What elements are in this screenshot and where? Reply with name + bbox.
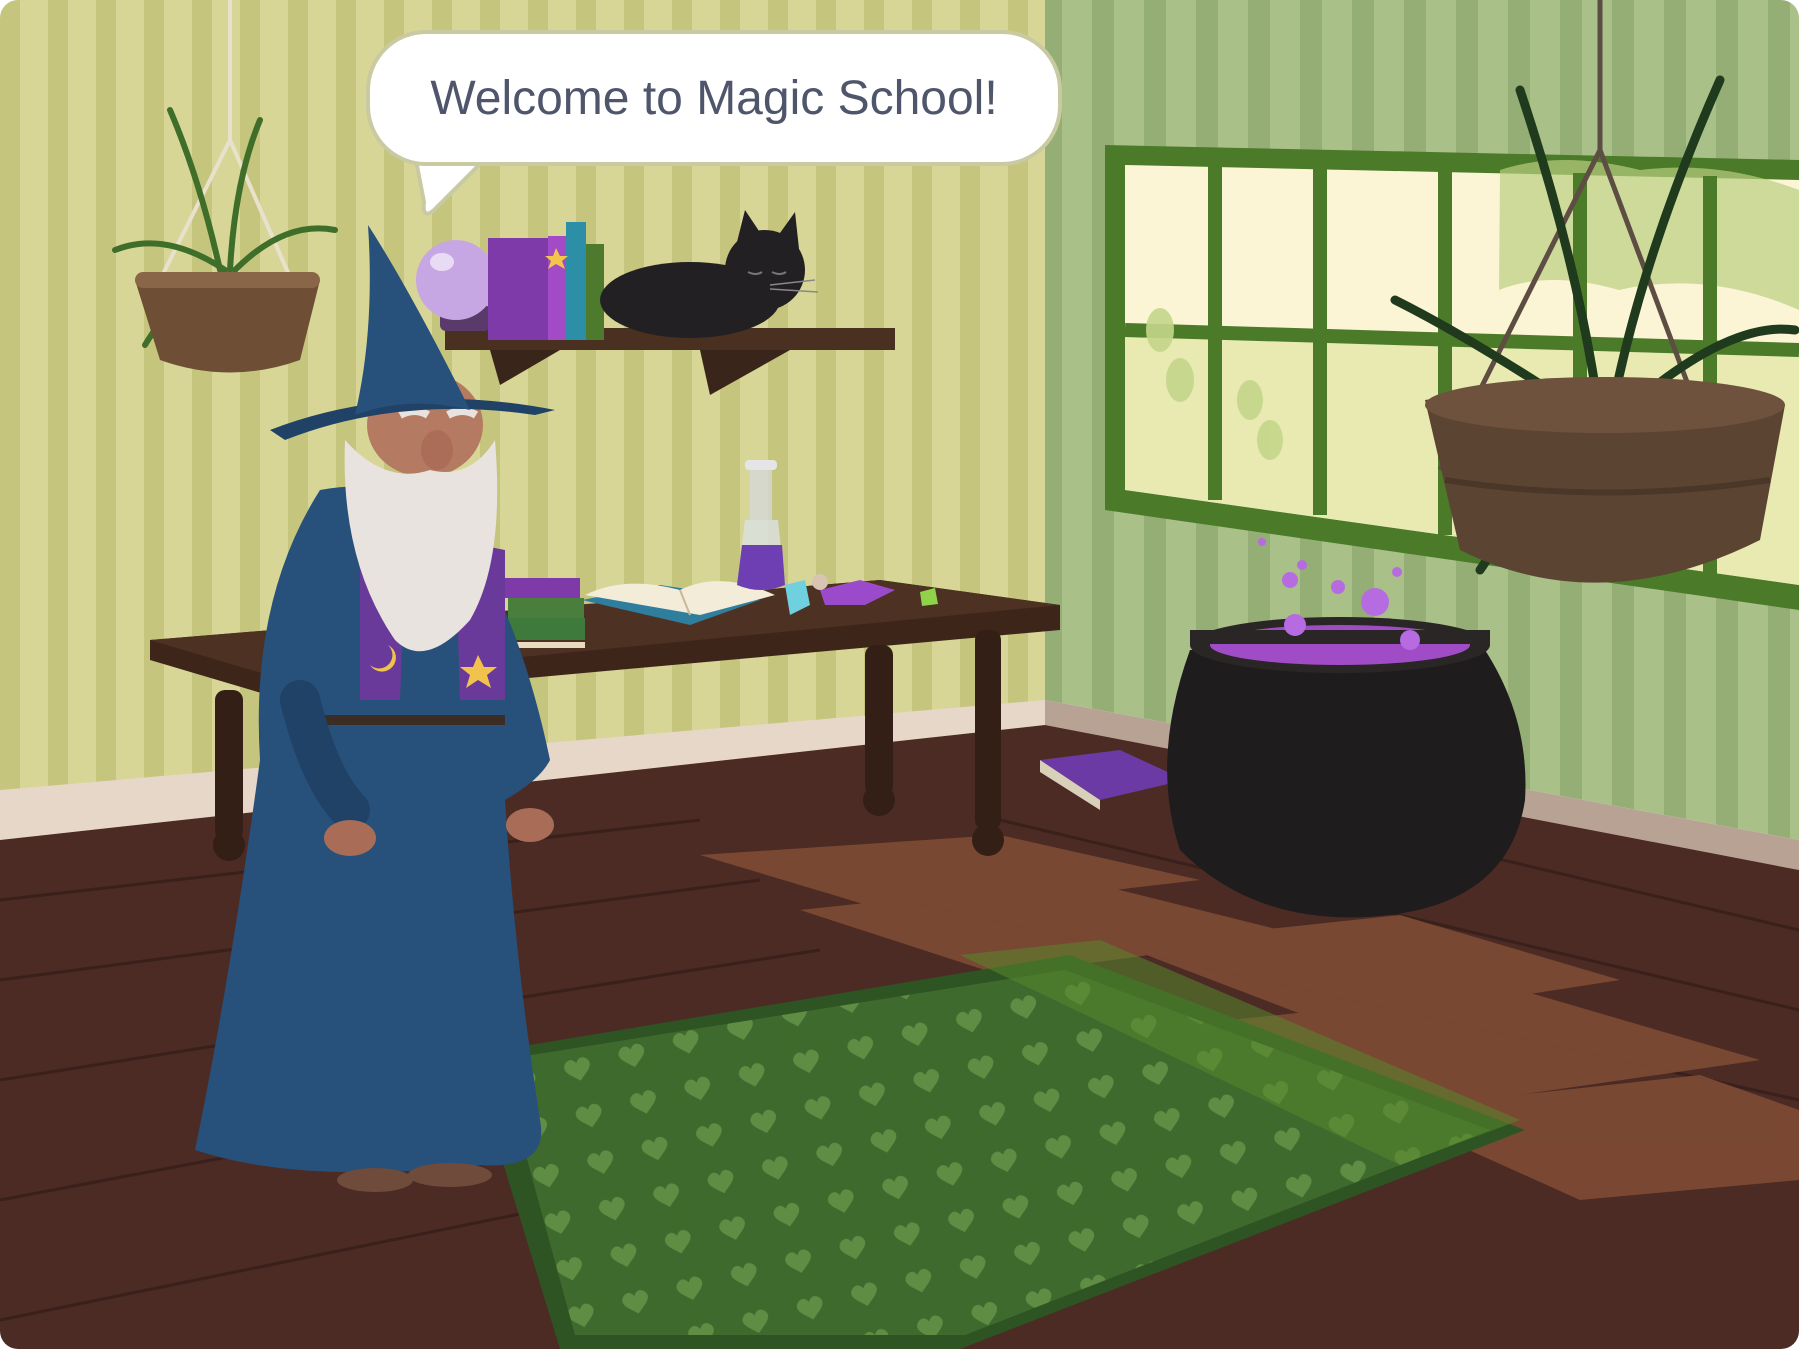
speech-bubble: Welcome to Magic School! (366, 30, 1062, 166)
speech-bubble-text: Welcome to Magic School! (430, 71, 998, 125)
game-stage: Welcome to Magic School! (0, 0, 1799, 1349)
magic-school-scene (0, 0, 1799, 1349)
